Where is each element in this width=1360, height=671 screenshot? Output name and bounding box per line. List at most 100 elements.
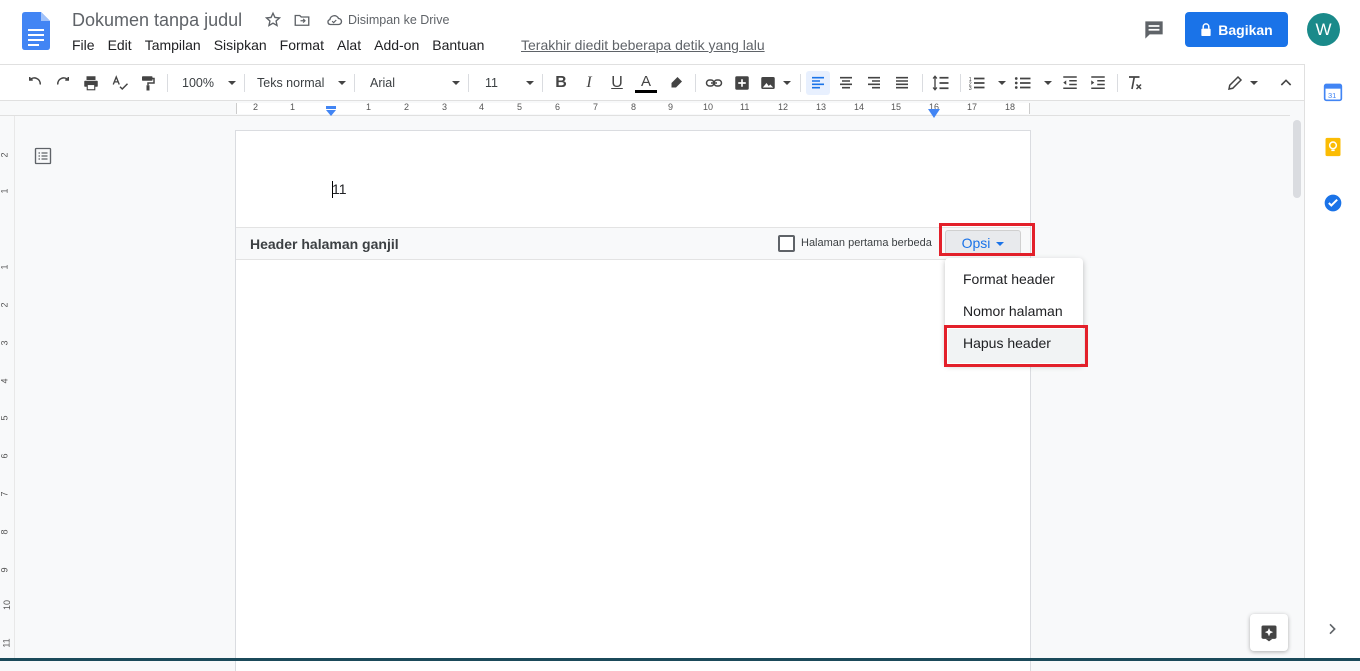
font-size-value: 11 — [485, 76, 498, 90]
align-right-icon[interactable] — [864, 73, 884, 93]
spellcheck-icon[interactable] — [110, 73, 130, 93]
keep-icon[interactable] — [1323, 137, 1343, 157]
vruler-label: 1 — [0, 264, 10, 270]
font-size-select[interactable]: 11 — [478, 73, 534, 93]
paragraph-style-value: Teks normal — [257, 76, 325, 90]
ruler-label: 12 — [778, 102, 789, 112]
increase-indent-icon[interactable] — [1088, 73, 1108, 93]
chevron-down-icon — [1044, 81, 1052, 85]
insert-image-icon[interactable] — [759, 73, 791, 93]
toolbar-divider — [960, 74, 961, 92]
decrease-indent-icon[interactable] — [1060, 73, 1080, 93]
document-outline-icon[interactable] — [34, 147, 52, 165]
vertical-ruler[interactable]: 2 1 1 2 3 4 5 6 7 8 9 10 11 — [0, 116, 15, 661]
numbered-list-icon[interactable]: 123 — [968, 73, 1006, 93]
text-cursor — [332, 181, 333, 198]
last-edit-link[interactable]: Terakhir diedit beberapa detik yang lalu — [521, 37, 765, 53]
menu-file[interactable]: File — [72, 37, 95, 55]
comment-history-icon[interactable] — [1141, 17, 1167, 43]
left-indent-marker[interactable] — [325, 103, 337, 121]
menu-edit[interactable]: Edit — [108, 37, 132, 55]
chevron-down-icon — [228, 81, 236, 85]
avatar[interactable]: W — [1307, 13, 1340, 46]
move-folder-icon[interactable] — [293, 11, 311, 29]
options-highlight-box — [939, 223, 1035, 256]
line-spacing-icon[interactable] — [930, 73, 952, 93]
calendar-icon[interactable]: 31 — [1323, 82, 1343, 102]
cloud-saved-icon[interactable] — [325, 11, 343, 29]
vruler-label: 7 — [0, 491, 10, 497]
font-select[interactable]: Arial — [362, 73, 460, 93]
align-left-icon[interactable] — [806, 71, 830, 95]
menu-format[interactable]: Format — [280, 37, 324, 55]
add-comment-icon[interactable] — [732, 73, 752, 93]
link-icon[interactable] — [703, 73, 725, 93]
tasks-icon[interactable] — [1323, 193, 1343, 213]
bulleted-list-icon[interactable] — [1014, 73, 1052, 93]
menu-insert[interactable]: Sisipkan — [214, 37, 267, 55]
vruler-label: 1 — [0, 188, 10, 194]
justify-icon[interactable] — [892, 73, 912, 93]
toolbar-divider — [922, 74, 923, 92]
ruler-label: 10 — [703, 102, 714, 112]
chevron-down-icon — [1250, 81, 1258, 85]
ruler-label: 9 — [668, 102, 674, 112]
ruler-label: 15 — [891, 102, 902, 112]
toolbar-divider — [800, 74, 801, 92]
chevron-down-icon — [526, 81, 534, 85]
ruler-label: 17 — [967, 102, 978, 112]
chevron-right-icon[interactable] — [1324, 621, 1344, 641]
toolbar-divider — [167, 74, 168, 92]
horizontal-ruler[interactable]: 2 1 1 2 3 4 5 6 7 8 9 10 11 12 13 14 15 … — [0, 101, 1290, 118]
explore-button[interactable] — [1250, 614, 1288, 651]
ruler-label: 5 — [517, 102, 523, 112]
menu-help[interactable]: Bantuan — [432, 37, 484, 55]
align-center-icon[interactable] — [836, 73, 856, 93]
vruler-label: 4 — [0, 378, 10, 384]
redo-icon[interactable] — [53, 73, 73, 93]
docs-logo-icon[interactable] — [22, 12, 50, 50]
saved-status: Disimpan ke Drive — [348, 13, 450, 27]
print-icon[interactable] — [81, 73, 101, 93]
editing-mode-icon[interactable] — [1226, 73, 1258, 93]
different-first-page-label[interactable]: Halaman pertama berbeda — [801, 237, 932, 249]
collapse-menus-icon[interactable] — [1276, 73, 1296, 93]
menu-addons[interactable]: Add-on — [374, 37, 419, 55]
ruler-label: 1 — [366, 102, 372, 112]
scrollbar-thumb[interactable] — [1293, 120, 1301, 198]
italic-icon[interactable]: I — [579, 73, 599, 93]
ruler-label: 13 — [816, 102, 827, 112]
paragraph-style-select[interactable]: Teks normal — [250, 73, 346, 93]
toolbar: 100% Teks normal Arial 11 B I U A 1 2 3 — [0, 64, 1304, 101]
toolbar-divider — [468, 74, 469, 92]
menu-item-format-header[interactable]: Format header — [963, 271, 1055, 287]
bold-icon[interactable]: B — [551, 73, 571, 93]
share-button[interactable]: Bagikan — [1185, 12, 1288, 47]
clear-formatting-icon[interactable] — [1125, 73, 1145, 93]
menu-tools[interactable]: Alat — [337, 37, 361, 55]
right-indent-marker[interactable] — [928, 105, 940, 123]
different-first-page-checkbox[interactable] — [778, 235, 795, 252]
toolbar-divider — [695, 74, 696, 92]
document-title[interactable]: Dokumen tanpa judul — [72, 10, 242, 31]
paint-format-icon[interactable] — [138, 73, 158, 93]
vruler-label: 6 — [0, 453, 10, 459]
highlight-color-icon[interactable] — [666, 73, 686, 93]
undo-icon[interactable] — [25, 73, 45, 93]
document-page[interactable] — [236, 131, 1030, 671]
toolbar-divider — [244, 74, 245, 92]
ruler-label: 2 — [404, 102, 410, 112]
ruler-label: 11 — [740, 102, 750, 112]
vruler-label: 10 — [2, 599, 13, 611]
vruler-label: 2 — [0, 302, 10, 308]
menu-view[interactable]: Tampilan — [145, 37, 201, 55]
zoom-select[interactable]: 100% — [176, 73, 236, 93]
menu-item-page-number[interactable]: Nomor halaman — [963, 303, 1063, 319]
star-icon[interactable] — [264, 11, 282, 29]
ruler-label: 4 — [479, 102, 485, 112]
ruler-label: 14 — [854, 102, 865, 112]
header-content[interactable]: 11 — [332, 181, 347, 197]
text-color-icon[interactable]: A — [635, 73, 657, 93]
vruler-label: 2 — [0, 152, 10, 158]
underline-icon[interactable]: U — [607, 73, 627, 93]
